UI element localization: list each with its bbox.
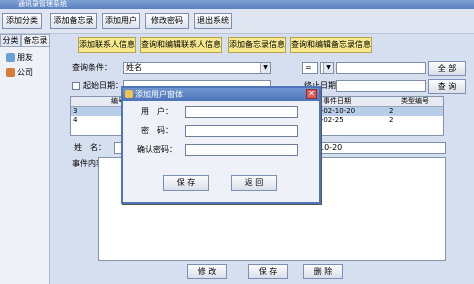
dialog-save-button[interactable]: 保 存 — [163, 175, 209, 191]
exit-system-button[interactable]: 退出系统 — [194, 13, 232, 29]
add-category-button[interactable]: 添加分类 — [2, 13, 42, 29]
dialog-body: 用 户： 密 码： 确认密码： 保 存 返 回 — [123, 101, 319, 202]
column-header-type: 类型编号 — [401, 97, 429, 105]
confirm-password-input[interactable] — [185, 144, 298, 156]
column-header-date: 事件日期 — [323, 97, 351, 105]
tab-memo[interactable]: 备忘录 — [21, 34, 50, 47]
event-date-input[interactable]: 10-20 — [316, 142, 446, 154]
tab-category[interactable]: 分类 — [0, 34, 21, 47]
start-date-checkbox[interactable] — [72, 82, 80, 90]
main-toolbar: 添加分类 添加备忘录 添加用户 修改密码 退出系统 — [0, 9, 474, 34]
dialog-title: 添加用户窗体 — [135, 90, 183, 99]
table-cell-id: 3 — [73, 107, 78, 115]
close-icon[interactable]: ✕ — [306, 89, 317, 99]
password-input[interactable] — [185, 125, 298, 137]
end-date-input[interactable] — [336, 80, 426, 92]
left-panel: 分类 备忘录 朋友 公司 — [0, 34, 50, 284]
chevron-down-icon: ▼ — [260, 63, 270, 73]
add-user-button[interactable]: 添加用户 — [102, 13, 140, 29]
dialog-titlebar: 添加用户窗体 ✕ — [123, 88, 319, 101]
dialog-back-button[interactable]: 返 回 — [231, 175, 277, 191]
folder-icon — [6, 53, 15, 62]
start-date-label: 起始日期： — [83, 81, 123, 90]
tab-add-memo[interactable]: 添加备忘录信息 — [228, 37, 286, 53]
tab-add-contact[interactable]: 添加联系人信息 — [78, 37, 136, 53]
table-cell-type: 2 — [389, 116, 394, 124]
show-all-button[interactable]: 全 部 — [428, 61, 466, 76]
chevron-down-icon: ▼ — [323, 63, 333, 73]
category-item-label: 公司 — [17, 68, 33, 77]
event-date-value: 10-20 — [319, 143, 343, 152]
window-titlebar: 通讯录管理系统 — [0, 0, 474, 9]
condition-select[interactable]: 姓名 ▼ — [123, 62, 271, 74]
confirm-password-label: 确认密码： — [137, 145, 177, 154]
modify-button[interactable]: 修 改 — [187, 264, 227, 279]
query-button[interactable]: 查 询 — [428, 79, 466, 94]
operator-select-value: = — [305, 63, 312, 72]
save-button[interactable]: 保 存 — [248, 264, 288, 279]
window-title: 通讯录管理系统 — [18, 0, 67, 8]
password-label: 密 码： — [141, 126, 173, 135]
query-value-input[interactable] — [336, 62, 426, 74]
change-password-button[interactable]: 修改密码 — [145, 13, 189, 29]
table-cell-type: 2 — [389, 107, 394, 115]
query-condition-label: 查询条件： — [72, 63, 112, 72]
add-user-dialog: 添加用户窗体 ✕ 用 户： 密 码： 确认密码： 保 存 返 回 — [121, 86, 321, 204]
add-memo-button[interactable]: 添加备忘录 — [50, 13, 97, 29]
tab-edit-memo[interactable]: 查询和编辑备忘录信息 — [290, 37, 372, 53]
category-item-label: 朋友 — [17, 53, 33, 62]
category-item-company[interactable]: 公司 — [6, 67, 33, 79]
user-label: 用 户： — [141, 107, 173, 116]
operator-select[interactable]: = — [302, 62, 318, 74]
tab-edit-contact[interactable]: 查询和编辑联系人信息 — [140, 37, 222, 53]
table-cell-id: 4 — [73, 116, 78, 124]
delete-button[interactable]: 删 除 — [303, 264, 343, 279]
folder-icon — [6, 68, 15, 77]
category-item-friends[interactable]: 朋友 — [6, 52, 33, 64]
name-label: 姓 名： — [74, 143, 106, 152]
condition-select-value: 姓名 — [126, 63, 142, 72]
operator-dropdown[interactable]: ▼ — [320, 62, 334, 74]
app-icon — [125, 90, 133, 98]
user-input[interactable] — [185, 106, 298, 118]
